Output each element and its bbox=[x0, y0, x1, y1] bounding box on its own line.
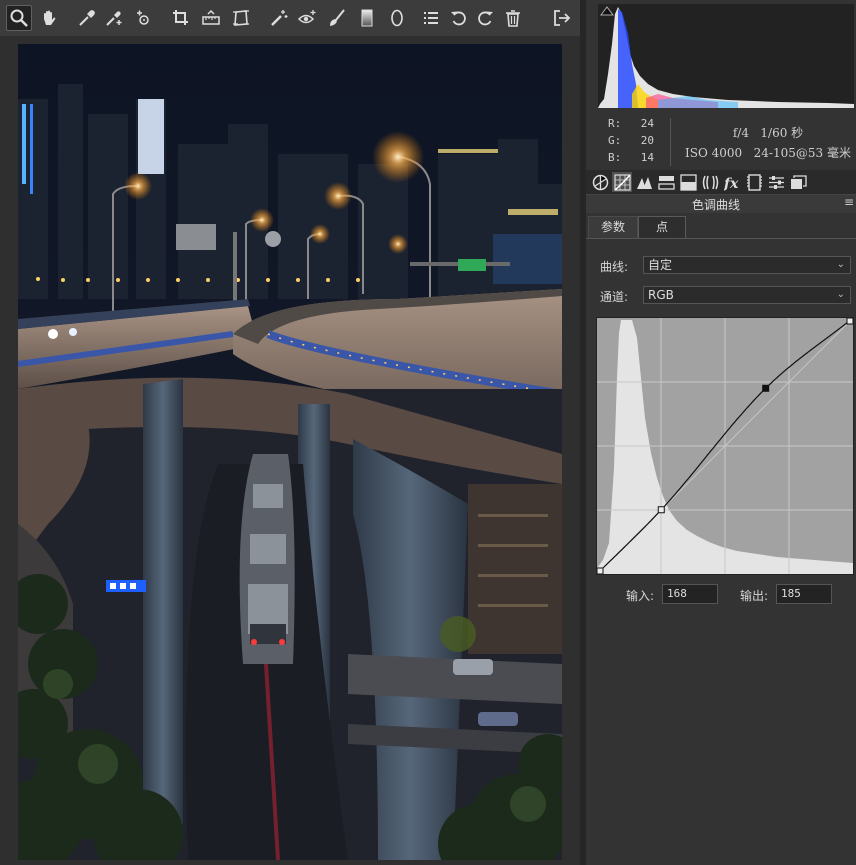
calibration-panel-tab[interactable] bbox=[744, 172, 764, 192]
input-output-row: 输入: 168 输出: 185 bbox=[586, 584, 856, 606]
shadow-clipping-icon[interactable] bbox=[600, 6, 614, 16]
tab-parametric[interactable]: 参数 bbox=[588, 216, 638, 238]
brush-icon bbox=[330, 9, 345, 26]
output-field[interactable]: 185 bbox=[776, 584, 832, 604]
presets-panel-tab[interactable] bbox=[766, 172, 786, 192]
color-sampler-tool[interactable] bbox=[101, 5, 127, 31]
panel-menu-icon[interactable]: ≡ bbox=[844, 195, 854, 209]
channel-label: 通道: bbox=[600, 290, 629, 304]
histogram bbox=[598, 4, 854, 108]
targeted-adjustment-tool[interactable] bbox=[131, 5, 157, 31]
panel-tab-strip: fx bbox=[586, 170, 856, 194]
input-field[interactable]: 168 bbox=[662, 584, 718, 604]
transform-tool[interactable] bbox=[228, 5, 254, 31]
crop-icon bbox=[173, 10, 188, 25]
transform-icon bbox=[233, 10, 249, 26]
straighten-tool[interactable] bbox=[198, 5, 224, 31]
curve-point[interactable] bbox=[597, 567, 604, 574]
right-panel: R: 24 G: 20 B: 14 f/4 1/60 秒 ISO 4000 24-10… bbox=[586, 0, 856, 865]
spot-removal-icon bbox=[271, 10, 288, 26]
exif-exposure: f/4 1/60 秒 bbox=[732, 126, 804, 140]
panel-title: 色调曲线 bbox=[691, 198, 740, 212]
preview-area bbox=[0, 36, 580, 865]
radial-filter-icon bbox=[391, 9, 403, 27]
rotate-cw-icon bbox=[478, 11, 493, 26]
crop-tool[interactable] bbox=[168, 5, 194, 31]
toolbar bbox=[0, 0, 580, 36]
eyedropper-icon bbox=[79, 10, 95, 26]
panel-header: 色调曲线 ≡ bbox=[586, 194, 856, 213]
input-label: 输入: bbox=[626, 589, 655, 603]
tone-curve-icon bbox=[613, 173, 631, 191]
snapshots-icon bbox=[790, 174, 807, 189]
photo-preview[interactable] bbox=[18, 44, 562, 860]
info-divider bbox=[670, 118, 671, 166]
tone-curve-editor[interactable] bbox=[596, 317, 854, 575]
hsl-panel-tab[interactable] bbox=[656, 172, 676, 192]
rotate-ccw-icon bbox=[451, 11, 466, 26]
lens-panel-tab[interactable] bbox=[700, 172, 720, 192]
preferences-button[interactable] bbox=[418, 5, 444, 31]
hand-icon bbox=[44, 10, 56, 25]
red-eye-icon bbox=[297, 10, 316, 24]
tone-curve-panel-tab[interactable] bbox=[612, 172, 632, 192]
split-toning-panel-tab[interactable] bbox=[678, 172, 698, 192]
curve-point[interactable] bbox=[846, 318, 853, 325]
snapshots-panel-tab[interactable] bbox=[788, 172, 808, 192]
detail-icon bbox=[636, 176, 652, 189]
split-toning-icon bbox=[679, 173, 697, 191]
red-eye-tool[interactable] bbox=[294, 5, 320, 31]
fx-icon: fx bbox=[724, 176, 739, 191]
exit-icon bbox=[554, 10, 571, 26]
svg-text:fx: fx bbox=[724, 176, 739, 191]
graduated-filter-icon bbox=[361, 9, 373, 27]
exif-lens: ISO 4000 24-105@53 毫米 bbox=[685, 146, 851, 160]
r-readout: R: 24 bbox=[608, 117, 654, 130]
channel-value: RGB bbox=[648, 288, 674, 302]
adjustment-brush-tool[interactable] bbox=[324, 5, 350, 31]
curve-mode-tabs: 参数 点 bbox=[586, 216, 856, 239]
trash-icon bbox=[506, 10, 520, 27]
target-adjust-icon bbox=[137, 10, 149, 25]
basic-panel-tab[interactable] bbox=[590, 172, 610, 192]
channel-select[interactable]: RGB ⌄ bbox=[643, 286, 851, 304]
graduated-filter-tool[interactable] bbox=[354, 5, 380, 31]
rotate-right-button[interactable] bbox=[472, 5, 498, 31]
basic-icon bbox=[592, 174, 608, 190]
tab-point[interactable]: 点 bbox=[638, 216, 686, 238]
effects-panel-tab[interactable]: fx bbox=[722, 172, 742, 192]
zoom-tool[interactable] bbox=[6, 5, 32, 31]
curve-preset-value: 自定 bbox=[648, 258, 673, 272]
hsl-icon bbox=[657, 175, 675, 190]
lens-icon bbox=[702, 175, 718, 189]
radial-filter-tool[interactable] bbox=[384, 5, 410, 31]
presets-icon bbox=[768, 175, 784, 189]
hand-tool[interactable] bbox=[36, 5, 62, 31]
curve-point-selected[interactable] bbox=[762, 384, 770, 392]
curve-preset-select[interactable]: 自定 ⌄ bbox=[643, 256, 851, 274]
spot-removal-tool[interactable] bbox=[266, 5, 292, 31]
camera-calibration-icon bbox=[746, 173, 762, 191]
output-label: 输出: bbox=[740, 589, 769, 603]
chevron-down-icon: ⌄ bbox=[836, 259, 845, 270]
chevron-down-icon: ⌄ bbox=[836, 289, 845, 300]
list-icon bbox=[424, 12, 438, 24]
color-sampler-icon bbox=[106, 11, 122, 26]
straighten-icon bbox=[202, 9, 220, 25]
white-balance-tool[interactable] bbox=[74, 5, 100, 31]
exit-button[interactable] bbox=[549, 5, 575, 31]
b-readout: B: 14 bbox=[608, 151, 654, 164]
curve-label: 曲线: bbox=[600, 260, 629, 274]
delete-button[interactable] bbox=[500, 5, 526, 31]
magnifier-icon bbox=[10, 9, 28, 27]
detail-panel-tab[interactable] bbox=[634, 172, 654, 192]
rotate-left-button[interactable] bbox=[446, 5, 472, 31]
g-readout: G: 20 bbox=[608, 134, 654, 147]
curve-point[interactable] bbox=[657, 506, 665, 514]
